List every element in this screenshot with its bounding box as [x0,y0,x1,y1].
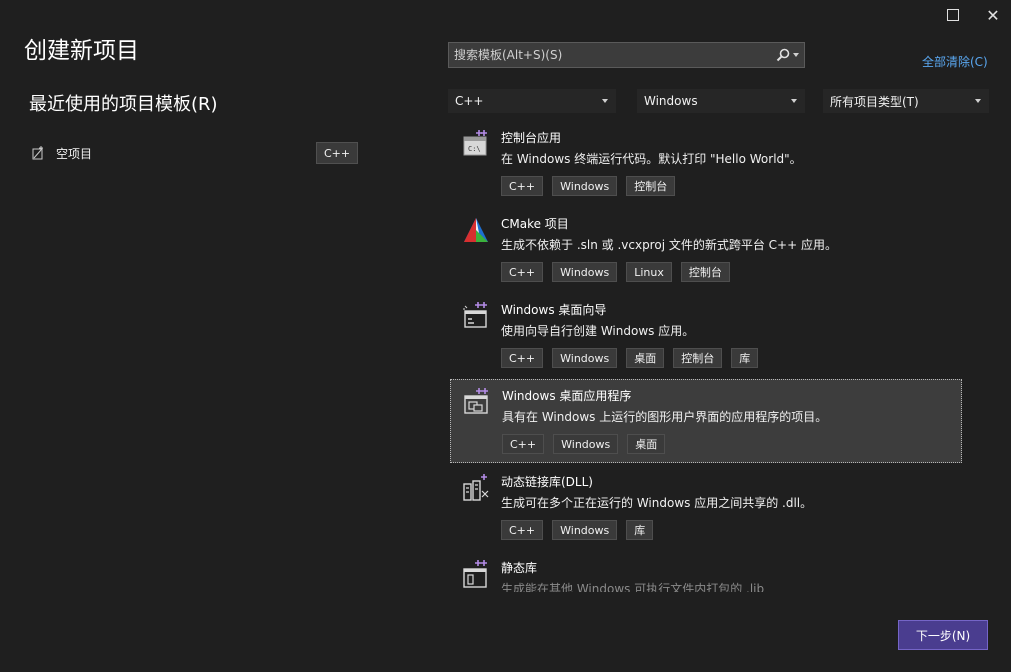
tag: C++ [501,176,544,196]
template-name: 静态库 [501,561,538,575]
template-tags: C++ Windows 桌面 [502,434,666,454]
template-item-desktop-app[interactable]: Windows 桌面应用程序 具有在 Windows 上运行的图形用户界面的应用… [450,379,962,463]
console-app-icon: C:\ [463,130,487,156]
close-icon: ✕ [986,5,1000,25]
recent-templates-heading: 最近使用的项目模板(R) [29,94,218,115]
chevron-down-icon [602,99,608,103]
recent-item-label: 空项目 [56,146,93,161]
template-name: 控制台应用 [501,131,562,145]
close-button[interactable]: ✕ [978,4,1008,26]
template-item-console-app[interactable]: C:\ 控制台应用 在 Windows 终端运行代码。默认打印 "Hello W… [450,122,962,206]
tag: 控制台 [626,176,676,196]
platform-filter-value: Windows [644,94,698,108]
recent-item-tag: C++ [316,142,359,164]
desktop-wizard-icon [463,302,487,328]
search-button[interactable] [770,43,804,67]
chevron-down-icon [975,99,981,103]
template-tags: C++ Windows 控制台 [501,176,676,196]
tag: Linux [626,262,672,282]
chevron-down-icon [792,53,799,57]
tag: Windows [552,262,618,282]
template-description: 生成不依赖于 .sln 或 .vcxproj 文件的新式跨平台 C++ 应用。 [501,238,837,252]
template-description: 生成可在多个正在运行的 Windows 应用之间共享的 .dll。 [501,496,813,510]
tag: 库 [626,520,654,540]
clear-all-link[interactable]: 全部清除(C) [922,53,988,70]
empty-project-icon [32,146,43,160]
dll-icon [463,474,489,501]
template-tags: C++ Windows 库 [501,520,654,540]
tag: C++ [501,348,544,368]
template-name: 动态链接库(DLL) [501,475,593,489]
template-item-dll[interactable]: 动态链接库(DLL) 生成可在多个正在运行的 Windows 应用之间共享的 .… [450,466,962,550]
recent-item-empty-project[interactable]: 空项目 C++ [30,141,359,165]
template-description: 在 Windows 终端运行代码。默认打印 "Hello World"。 [501,152,802,166]
template-description: 具有在 Windows 上运行的图形用户界面的应用程序的项目。 [502,410,828,424]
template-description: 生成能在其他 Windows 可执行文件内打包的 .lib [501,582,765,592]
search-input[interactable] [449,42,770,68]
tag: Windows [552,176,618,196]
tag: C++ [501,262,544,282]
desktop-app-icon [464,388,488,414]
template-item-desktop-wizard[interactable]: Windows 桌面向导 使用向导自行创建 Windows 应用。 C++ Wi… [450,294,962,378]
chevron-down-icon [791,99,797,103]
page-title: 创建新项目 [24,38,139,64]
template-item-cmake[interactable]: CMake 项目 生成不依赖于 .sln 或 .vcxproj 文件的新式跨平台… [450,208,962,292]
maximize-button[interactable] [938,4,968,26]
search-box[interactable] [448,42,805,68]
tag: C++ [502,434,545,454]
template-tags: C++ Windows Linux 控制台 [501,262,730,282]
tag: 控制台 [680,262,730,282]
maximize-icon [947,9,959,21]
tag: 桌面 [626,348,665,368]
search-icon [776,48,789,62]
template-description: 使用向导自行创建 Windows 应用。 [501,324,695,338]
template-item-static-lib[interactable]: 静态库 生成能在其他 Windows 可执行文件内打包的 .lib [450,552,962,592]
cmake-icon [464,218,488,242]
svg-text:C:\: C:\ [468,145,481,153]
project-type-filter-value: 所有项目类型(T) [830,94,919,109]
static-lib-icon [463,560,487,588]
platform-filter[interactable]: Windows [637,89,805,113]
tag: 库 [731,348,759,368]
language-filter-value: C++ [455,94,484,108]
template-name: Windows 桌面应用程序 [502,389,632,403]
template-name: Windows 桌面向导 [501,303,607,317]
tag: 控制台 [673,348,723,368]
tag: 桌面 [627,434,666,454]
tag: Windows [553,434,619,454]
tag: Windows [552,520,618,540]
project-type-filter[interactable]: 所有项目类型(T) [823,89,989,113]
template-name: CMake 项目 [501,217,569,231]
language-filter[interactable]: C++ [448,89,616,113]
template-list[interactable]: C:\ 控制台应用 在 Windows 终端运行代码。默认打印 "Hello W… [450,122,962,592]
next-button[interactable]: 下一步(N) [898,620,988,650]
tag: C++ [501,520,544,540]
template-tags: C++ Windows 桌面 控制台 库 [501,348,759,368]
tag: Windows [552,348,618,368]
